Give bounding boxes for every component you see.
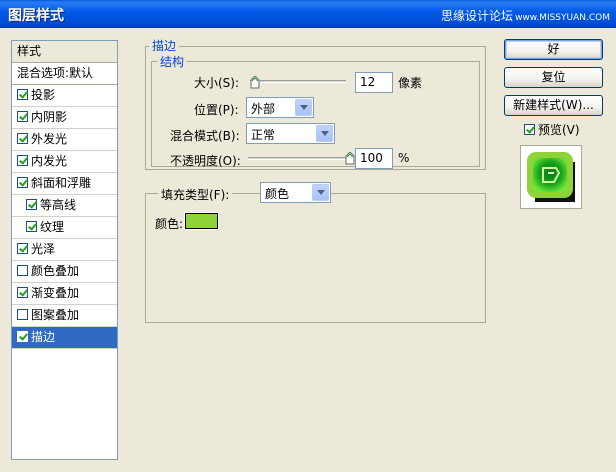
reset-button[interactable]: 复位 [504, 67, 603, 88]
style-item-6[interactable]: 纹理 [12, 217, 117, 239]
chevron-down-icon[interactable] [312, 184, 329, 201]
checkbox-icon[interactable] [17, 331, 28, 342]
preview-icon [527, 152, 575, 202]
size-label: 大小(S): [194, 76, 240, 90]
fill-type-select[interactable]: 颜色 [260, 182, 331, 203]
style-item-4[interactable]: 斜面和浮雕 [12, 173, 117, 195]
window-title: 图层样式 [8, 8, 64, 24]
style-item-11[interactable]: 描边 [12, 327, 117, 349]
size-slider-track[interactable] [250, 80, 346, 83]
style-item-5[interactable]: 等高线 [12, 195, 117, 217]
ok-button[interactable]: 好 [504, 39, 603, 60]
checkbox-icon[interactable] [17, 89, 28, 100]
style-item-label: 投影 [31, 88, 56, 102]
preview-label: 预览(V) [538, 123, 580, 137]
size-unit-label: 像素 [398, 76, 423, 90]
style-item-10[interactable]: 图案叠加 [12, 305, 117, 327]
style-list: 样式 混合选项:默认 投影内阴影外发光内发光斜面和浮雕等高线纹理光泽颜色叠加渐变… [11, 40, 118, 460]
blend-options-item[interactable]: 混合选项:默认 [12, 63, 117, 85]
position-select[interactable]: 外部 [246, 97, 314, 118]
checkbox-icon[interactable] [17, 287, 28, 298]
style-item-label: 图案叠加 [31, 308, 80, 322]
fill-type-label: 填充类型(F): [158, 186, 233, 203]
checkbox-icon[interactable] [17, 177, 28, 188]
size-input[interactable]: 12 [355, 72, 393, 93]
stroke-color-swatch[interactable] [184, 212, 219, 230]
style-item-1[interactable]: 内阴影 [12, 107, 117, 129]
style-item-label: 内发光 [31, 154, 68, 168]
style-item-7[interactable]: 光泽 [12, 239, 117, 261]
style-list-header[interactable]: 样式 [12, 41, 117, 63]
checkbox-icon[interactable] [17, 133, 28, 144]
blend-mode-select[interactable]: 正常 [246, 123, 335, 144]
structure-group-title: 结构 [157, 53, 188, 70]
style-item-label: 外发光 [31, 132, 68, 146]
style-item-label: 内阴影 [31, 110, 68, 124]
position-label: 位置(P): [194, 103, 239, 117]
style-item-label: 渐变叠加 [31, 286, 80, 300]
stroke-group-title: 描边 [149, 37, 180, 54]
opacity-unit-label: % [398, 151, 410, 165]
opacity-slider-track[interactable] [248, 157, 350, 160]
opacity-label: 不透明度(O): [170, 154, 241, 168]
style-item-9[interactable]: 渐变叠加 [12, 283, 117, 305]
chevron-down-icon[interactable] [295, 99, 312, 116]
new-style-button[interactable]: 新建样式(W)... [504, 95, 603, 116]
checkbox-icon[interactable] [17, 155, 28, 166]
style-item-label: 颜色叠加 [31, 264, 80, 278]
checkbox-icon[interactable] [17, 265, 28, 276]
watermark: 思缘设计论坛 www.MISSYUAN.COM [441, 9, 610, 23]
color-label: 颜色: [155, 217, 184, 231]
style-item-8[interactable]: 颜色叠加 [12, 261, 117, 283]
size-slider-thumb[interactable] [250, 76, 260, 89]
style-item-0[interactable]: 投影 [12, 85, 117, 107]
style-item-label: 纹理 [40, 220, 65, 234]
position-select-value: 外部 [251, 102, 276, 116]
style-preview-thumbnail [520, 145, 582, 209]
checkbox-icon[interactable] [17, 243, 28, 254]
checkbox-icon[interactable] [17, 111, 28, 122]
fill-type-select-value: 颜色 [265, 187, 290, 201]
blend-mode-label: 混合模式(B): [170, 129, 240, 143]
style-item-2[interactable]: 外发光 [12, 129, 117, 151]
style-item-3[interactable]: 内发光 [12, 151, 117, 173]
style-item-label: 光泽 [31, 242, 56, 256]
title-bar[interactable]: 图层样式 思缘设计论坛 www.MISSYUAN.COM [0, 0, 616, 28]
style-item-label: 描边 [31, 330, 56, 344]
checkbox-icon[interactable] [17, 309, 28, 320]
opacity-slider-thumb[interactable] [345, 152, 355, 165]
chevron-down-icon[interactable] [316, 125, 333, 142]
style-item-label: 等高线 [40, 198, 77, 212]
checkbox-icon[interactable] [524, 124, 535, 135]
opacity-input[interactable]: 100 [355, 148, 393, 169]
checkbox-icon[interactable] [26, 199, 37, 210]
preview-checkbox[interactable]: 预览(V) [524, 121, 580, 138]
checkbox-icon[interactable] [26, 221, 37, 232]
blend-mode-select-value: 正常 [251, 128, 276, 142]
style-item-label: 斜面和浮雕 [31, 176, 92, 190]
